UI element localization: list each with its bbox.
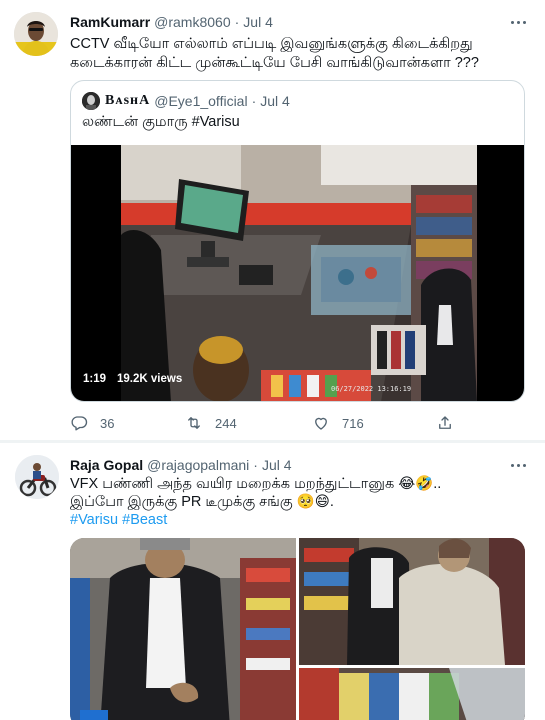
share-button[interactable] [436,412,466,434]
reply-count: 36 [100,415,115,431]
reply-button[interactable]: 36 [70,412,114,434]
quoted-date[interactable]: Jul 4 [260,93,290,109]
more-icon[interactable] [509,455,529,475]
quoted-author-handle[interactable]: @Eye1_official [154,93,247,109]
author-handle[interactable]: @rajagopalmani [147,457,249,473]
tweet-text-line: கடைக்காரன் கிட்ட முன்கூட்டியே பேசி வாங்க… [70,55,479,71]
tweet2-header: Raja Gopal @rajagopalmani · Jul 4 [70,455,292,475]
media-image[interactable] [299,538,525,665]
retweet-count: 244 [215,415,237,431]
cctv-timestamp: 06/27/2022 13:16:19 [331,385,412,393]
like-count: 716 [342,415,364,431]
author-name[interactable]: RamKumarr [70,14,150,30]
video-frame [121,145,477,401]
avatar-raja-gopal[interactable] [15,455,59,499]
tweet1-actions: 36 244 716 [70,412,460,434]
video-duration: 1:19 [83,373,107,385]
separator: · [234,14,240,30]
quoted-avatar[interactable] [82,92,100,110]
quoted-author-name[interactable]: BᴀsʜA [105,93,150,109]
author-name[interactable]: Raja Gopal [70,457,143,473]
avatar-ramkumarr[interactable] [14,12,58,56]
media-image[interactable] [299,668,525,720]
retweet-icon [188,417,200,429]
tweet-date[interactable]: Jul 4 [262,457,292,473]
like-button[interactable]: 716 [312,412,364,434]
media-image[interactable] [70,538,296,720]
video-views: 19.2K views [117,373,183,385]
reply-icon [71,416,88,431]
tweet-date[interactable]: Jul 4 [243,14,273,30]
tweet1-header: RamKumarr @ramk8060 · Jul 4 [70,12,273,32]
tweet-text-line: VFX பண்ணி அந்த வயிர மறைக்க மறந்துட்டானுக… [70,476,442,492]
quoted-header: BᴀsʜA @Eye1_official · Jul 4 [105,91,290,111]
hashtag-link[interactable]: #Beast [122,512,167,528]
video-player[interactable]: 1:19 19.2K views 06/27/2022 13:16:19 [71,145,524,401]
share-icon [439,416,451,429]
author-handle[interactable]: @ramk8060 [154,14,230,30]
retweet-button[interactable]: 244 [185,412,237,434]
hashtag-link[interactable]: #Varisu [70,512,118,528]
like-icon [315,417,327,430]
separator: · [253,457,258,473]
media-grid [70,538,525,720]
more-icon[interactable] [509,12,529,32]
quoted-text: லண்டன் குமாரு #Varisu [82,114,240,130]
hashtags: #Varisu #Beast [70,510,530,530]
separator: · [251,93,257,109]
quoted-tweet[interactable]: BᴀsʜA @Eye1_official · Jul 4 லண்டன் குமா… [70,80,525,402]
tweet-text-line: CCTV வீடியோ எல்லாம் எப்படி இவனுங்களுக்கு… [70,36,473,52]
tweet-text-line: இப்போ இருக்கு PR டீமுக்கு சங்கு 🥺😄. [70,494,334,510]
